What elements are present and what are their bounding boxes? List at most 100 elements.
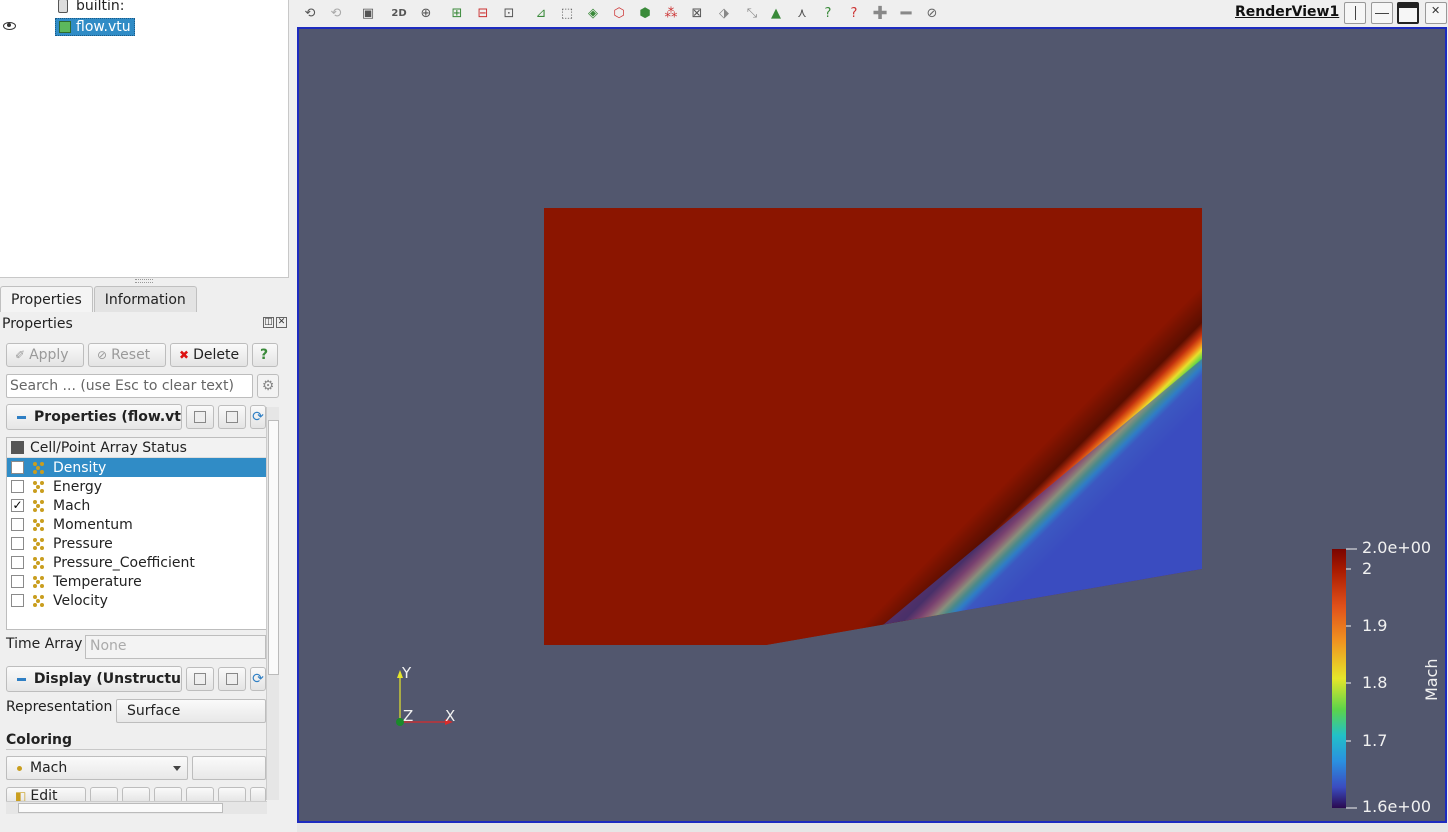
array-checkbox[interactable]: ✓ [11,499,24,512]
splitter-handle[interactable] [135,279,153,283]
toggle-2d-button[interactable]: 2D [390,4,408,22]
array-checkbox[interactable] [11,556,24,569]
render-view[interactable]: 2.0e+00 2 1.9 1.8 1.7 1.6e+00 Mach Y X Z [297,27,1447,823]
time-array-label: Time Array [6,636,83,652]
flow-field-rendering [396,208,1357,809]
tab-properties[interactable]: Properties [0,286,93,312]
apply-button-row: ✐ Apply ⊘ Reset ✖ Delete ? [6,343,278,367]
delete-button[interactable]: ✖ Delete [170,343,248,367]
properties-scrollbar-horizontal[interactable] [6,801,267,814]
polygon-select-points-icon[interactable]: ⬢ [636,4,654,22]
array-checkbox[interactable] [11,461,24,474]
axis-z-label: Z [403,707,414,725]
point-data-icon [32,518,46,532]
interactive-select-cells-icon[interactable]: ⁂ [662,4,680,22]
add-icon[interactable]: ✚ [871,3,889,24]
properties-section-label: Properties (flow.vt [34,409,181,425]
array-row-temperature[interactable]: Temperature [7,572,266,591]
clear-selection-icon[interactable]: ⊘ [923,4,941,22]
collapse-icon [17,415,27,419]
array-row-density[interactable]: Density [7,458,266,477]
colorbar-tick-label: 1.7 [1362,731,1388,750]
coloring-component-combo[interactable] [192,756,266,780]
array-checkbox[interactable] [11,537,24,550]
colorbar-gradient[interactable] [1332,549,1346,808]
refresh-icon: ⟳ [252,671,264,687]
split-vertical-icon[interactable] [1371,2,1393,24]
coloring-array-combo[interactable]: Mach [6,756,188,780]
zoom-to-box-icon[interactable]: ⊕ [417,4,435,22]
point-data-icon [32,537,46,551]
pipeline-item-flow[interactable]: flow.vtu [0,18,289,36]
pipeline-file-selected[interactable]: flow.vtu [55,18,135,36]
array-row-energy[interactable]: Energy [7,477,266,496]
scrollbar-thumb[interactable] [18,803,223,813]
advanced-gear-icon[interactable]: ⚙ [257,374,279,398]
point-data-icon [32,556,46,570]
remove-icon[interactable]: ━ [897,3,915,24]
extract-selection-icon[interactable]: ? [819,4,837,22]
paste-properties-button[interactable] [218,405,246,429]
array-row-velocity[interactable]: Velocity [7,591,266,610]
array-checkbox[interactable] [11,518,24,531]
reset-icon: ⊘ [97,348,108,362]
render-view-title[interactable]: RenderView1 [1235,4,1339,20]
split-horizontal-icon[interactable] [1344,2,1366,24]
array-row-pressure_coefficient[interactable]: Pressure_Coefficient [7,553,266,572]
select-points-on-icon[interactable]: ⊟ [474,4,492,22]
point-data-icon [32,594,46,608]
status-strip [297,823,1448,832]
properties-section-header[interactable]: Properties (flow.vt [6,404,182,430]
array-checkbox[interactable] [11,594,24,607]
visibility-eye-icon[interactable] [3,22,16,30]
reset-button[interactable]: ⊘ Reset [88,343,166,367]
find-data-icon[interactable]: ? [845,4,863,22]
grow-selection-icon[interactable]: ▲ [767,4,785,22]
array-checkbox[interactable] [11,480,24,493]
properties-scrollbar-vertical[interactable] [266,407,279,800]
interactive-select-points-icon[interactable]: ⊠ [688,4,706,22]
tab-information[interactable]: Information [93,286,197,312]
restore-display-button[interactable]: ⟳ [250,667,266,691]
select-cells-through-icon[interactable]: ⊿ [532,4,550,22]
pipeline-server-item[interactable]: builtin: [58,0,125,15]
help-button[interactable]: ? [252,343,278,367]
close-panel-icon[interactable]: ✕ [276,317,287,328]
collapse-icon [17,677,26,681]
capture-screenshot-icon[interactable]: ▣ [359,4,377,22]
copy-properties-button[interactable] [186,405,214,429]
array-row-mach[interactable]: ✓ Mach [7,496,266,515]
scrollbar-thumb[interactable] [268,420,279,675]
select-all-checkbox[interactable] [11,441,24,454]
paste-display-button[interactable] [218,667,246,691]
select-blocks-icon[interactable]: ◈ [584,4,602,22]
array-status-table: Cell/Point Array Status Density Energy ✓ Ma… [6,437,267,630]
select-frustum-icon[interactable]: ⊡ [500,4,518,22]
hover-cells-icon[interactable]: ⤡ [743,4,761,22]
select-points-through-icon[interactable]: ⬚ [558,4,576,22]
apply-button[interactable]: ✐ Apply [6,343,84,367]
time-array-combo[interactable]: None [85,635,266,659]
array-name: Pressure_Coefficient [53,554,195,571]
hover-points-icon[interactable]: ⬗ [715,4,733,22]
array-checkbox[interactable] [11,575,24,588]
reset-camera-icon[interactable]: ⟲ [301,4,319,22]
restore-defaults-button[interactable]: ⟳ [250,405,266,429]
display-section-header[interactable]: Display (Unstructu [6,666,182,692]
array-row-momentum[interactable]: Momentum [7,515,266,534]
panel-title-buttons: ◫ ✕ [263,317,287,328]
representation-combo[interactable]: Surface [116,699,266,723]
array-row-pressure[interactable]: Pressure [7,534,266,553]
polygon-select-cells-icon[interactable]: ⬡ [610,4,628,22]
zoom-closest-icon[interactable]: ⟲ [327,4,345,22]
close-view-icon[interactable] [1425,2,1447,24]
search-input[interactable]: Search ... (use Esc to clear text) [6,374,253,398]
float-panel-icon[interactable]: ◫ [263,317,274,328]
colorbar-tick-label: 2 [1362,559,1373,578]
maximize-view-icon[interactable] [1397,2,1419,24]
point-data-icon [32,575,46,589]
copy-display-button[interactable] [186,667,214,691]
shrink-selection-icon[interactable]: ⋏ [793,4,811,22]
array-rows: Density Energy ✓ Mach Momentum Pressure Pressu… [7,458,266,610]
select-cells-on-icon[interactable]: ⊞ [448,4,466,22]
